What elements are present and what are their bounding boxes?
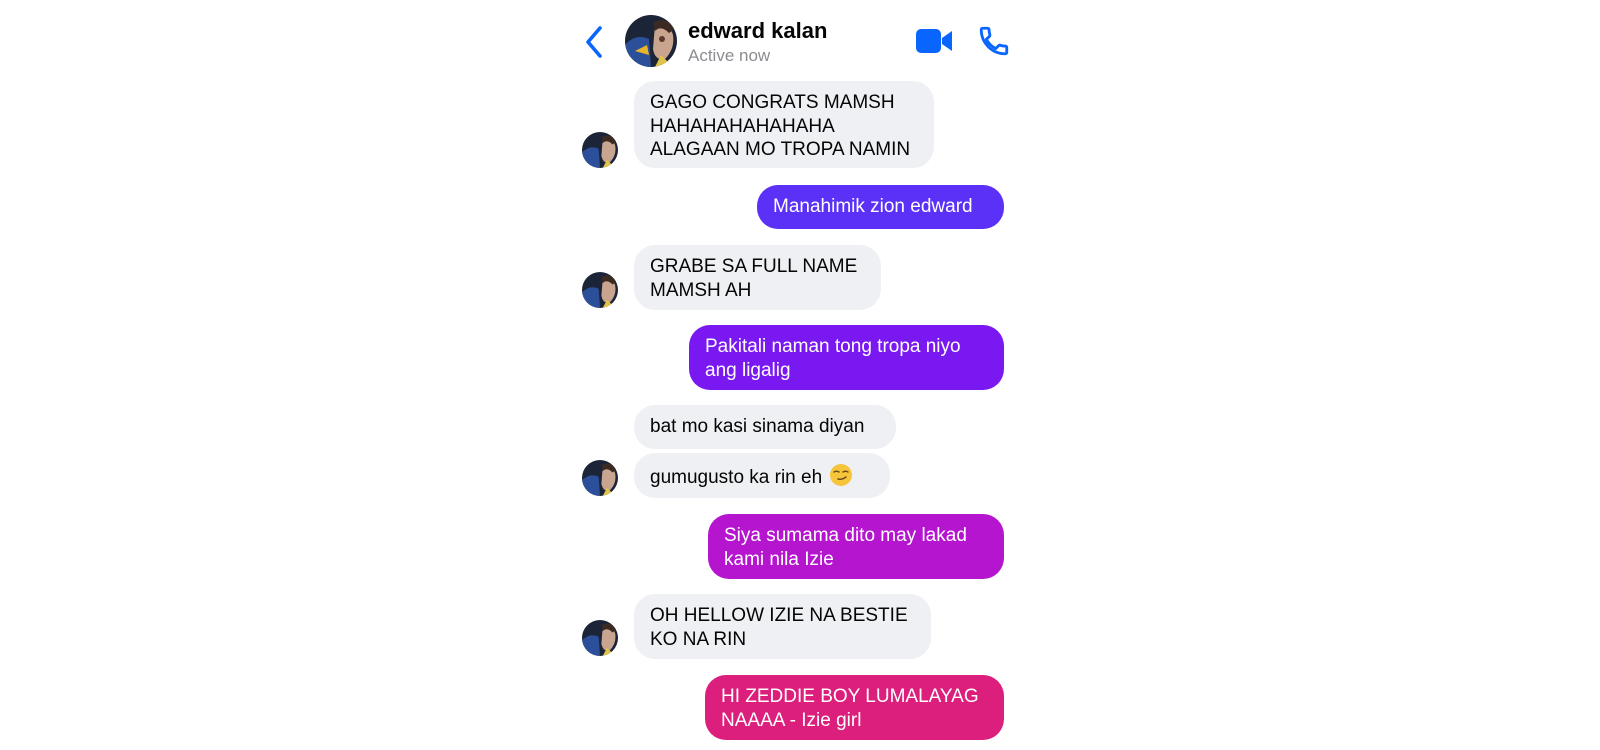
sender-avatar[interactable] xyxy=(582,620,618,656)
received-message[interactable]: GRABE SA FULL NAME MAMSH AH xyxy=(634,245,881,310)
message-line: kami nila Izie xyxy=(724,548,834,570)
chevron-left-icon xyxy=(586,26,602,58)
sender-avatar[interactable] xyxy=(582,460,618,496)
received-message[interactable]: bat mo kasi sinama diyan xyxy=(634,405,896,449)
message-line: Siya sumama dito may lakad xyxy=(724,525,967,546)
contact-avatar[interactable] xyxy=(625,15,677,67)
sender-avatar[interactable] xyxy=(582,272,618,308)
message-line: bat mo kasi sinama diyan xyxy=(650,416,865,437)
received-message[interactable]: GAGO CONGRATS MAMSH HAHAHAHAHAHAHA ALAGA… xyxy=(634,81,934,168)
phone-icon xyxy=(979,26,1009,56)
chat-screen: edward kalan Active now GAGO CONGRATS MA… xyxy=(0,0,1600,750)
message-line: NAAAA - Izie girl xyxy=(721,709,862,731)
back-button[interactable] xyxy=(583,25,605,59)
sent-message[interactable]: Manahimik zion edward xyxy=(757,185,1004,229)
message-line: ALAGAAN MO TROPA NAMIN xyxy=(650,139,911,160)
received-message[interactable]: gumugusto ka rin eh xyxy=(634,453,890,498)
message-line: GRABE SA FULL NAME xyxy=(650,256,858,277)
sent-message[interactable]: Pakitali naman tong tropa niyo ang ligal… xyxy=(689,325,1004,390)
received-message[interactable]: OH HELLOW IZIE NA BESTIE KO NA RIN xyxy=(634,594,931,659)
message-line: Pakitali naman tong tropa niyo xyxy=(705,336,961,357)
contact-name[interactable]: edward kalan xyxy=(688,18,827,44)
message-line: KO NA RIN xyxy=(650,628,747,650)
message-line: HAHAHAHAHAHAHA xyxy=(650,115,835,137)
message-line: OH HELLOW IZIE NA BESTIE xyxy=(650,605,908,626)
sent-message[interactable]: Siya sumama dito may lakad kami nila Izi… xyxy=(708,514,1004,579)
active-status: Active now xyxy=(688,46,771,65)
message-line: ang ligalig xyxy=(705,359,791,381)
voice-call-button[interactable] xyxy=(977,24,1011,58)
message-line: gumugusto ka rin eh xyxy=(650,467,823,488)
message-line: Manahimik zion edward xyxy=(773,196,973,217)
message-line: MAMSH AH xyxy=(650,279,752,301)
video-call-button[interactable] xyxy=(915,27,955,55)
message-line: HI ZEDDIE BOY LUMALAYAG xyxy=(721,686,979,707)
video-camera-icon xyxy=(916,29,952,53)
sent-message[interactable]: HI ZEDDIE BOY LUMALAYAG NAAAA - Izie gir… xyxy=(705,675,1004,740)
smirking-face-emoji xyxy=(830,464,853,486)
sender-avatar[interactable] xyxy=(582,132,618,168)
message-line: GAGO CONGRATS MAMSH xyxy=(650,92,895,113)
